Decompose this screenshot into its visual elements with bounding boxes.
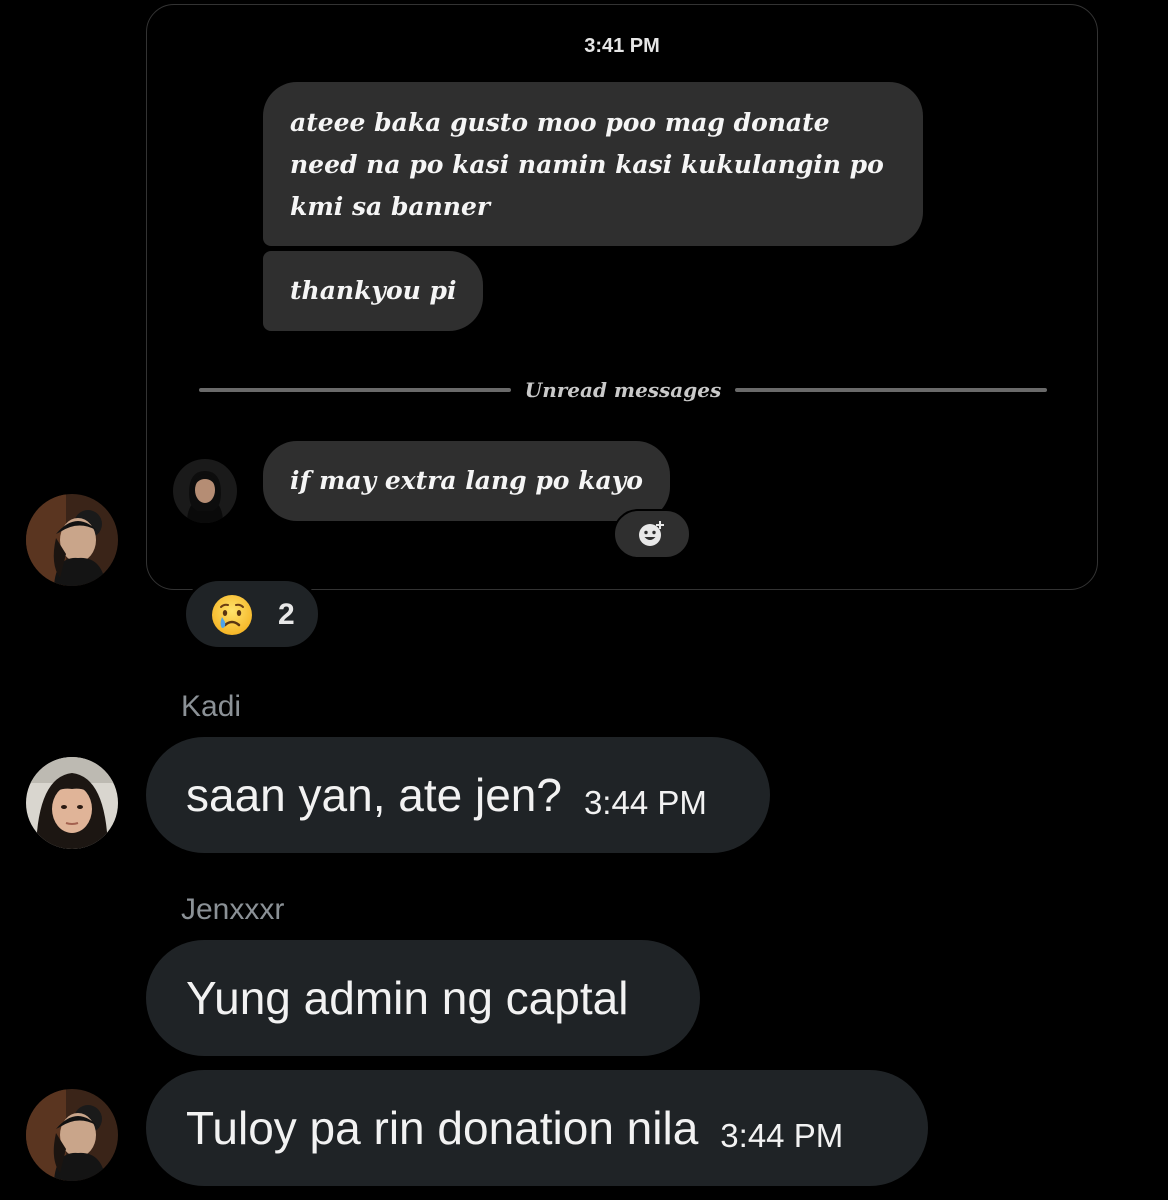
message-timestamp: 3:44 PM <box>720 1117 844 1154</box>
avatar-jen[interactable] <box>26 494 118 586</box>
message-text: Tuloy pa rin donation nila <box>186 1102 699 1154</box>
avatar-kadi[interactable] <box>26 757 118 849</box>
message-text: saan yan, ate jen? <box>186 769 562 821</box>
screenshot-message-bubble: thankyou pi <box>263 251 484 331</box>
shared-screenshot-card[interactable]: 3:41 PM ateee baka gusto moo poo mag don… <box>146 4 1098 590</box>
screenshot-sender-avatar <box>173 459 237 523</box>
screenshot-message-bubble: if may extra lang po kayo <box>263 441 670 521</box>
divider-line <box>735 388 1047 392</box>
sender-name: Kadi <box>181 690 242 723</box>
message-timestamp: 3:44 PM <box>583 784 707 821</box>
message-text: Yung admin ng captal <box>186 972 629 1024</box>
reaction-pill[interactable]: 2 <box>183 578 321 650</box>
crying-face-icon <box>210 593 254 641</box>
message-bubble[interactable]: Yung admin ng captal <box>146 940 700 1056</box>
sender-name: Jenxxxr <box>181 893 285 926</box>
screenshot-message-bubble: ateee baka gusto moo poo mag donate need… <box>263 82 923 246</box>
message-bubble[interactable]: Tuloy pa rin donation nila 3:44 PM <box>146 1070 928 1186</box>
message-bubble[interactable]: saan yan, ate jen? 3:44 PM <box>146 737 770 853</box>
unread-divider: Unread messages <box>199 375 1047 405</box>
smiley-plus-icon[interactable] <box>613 509 691 559</box>
screenshot-timestamp: 3:41 PM <box>584 35 660 57</box>
avatar-jen[interactable] <box>26 1089 118 1181</box>
reaction-count: 2 <box>278 598 295 631</box>
